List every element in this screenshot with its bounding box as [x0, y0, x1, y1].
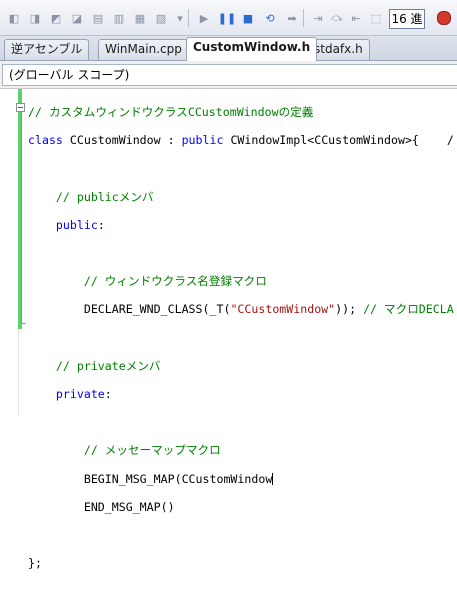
step-over-icon[interactable]: ◨	[27, 10, 43, 26]
tab-winmain-cpp[interactable]: WinMain.cpp	[98, 39, 189, 60]
step-into-icon[interactable]: ◧	[6, 10, 22, 26]
debug-toolbar: ◧ ◨ ◩ ◪ ▤ ▥ ▦ ▧ ▾ ▶ ❚❚ ■ ⟲ ➡ ⇥ ⤼ ⇤ ⬚ 16 …	[0, 0, 457, 36]
code-line: private:	[55, 386, 112, 401]
outline-fold-end	[21, 323, 26, 324]
step-into-2-icon[interactable]: ⇥	[310, 10, 326, 26]
toolbar-overflow-icon[interactable]: ▾	[172, 10, 188, 26]
stop-icon[interactable]: ■	[240, 10, 256, 26]
code-line: DECLARE_WND_CLASS(_T("CCustomWindow")); …	[83, 302, 454, 317]
document-tab-strip: 逆アセンブル WinMain.cpp CustomWindow.h stdafx…	[0, 36, 457, 61]
tab-disassembly[interactable]: 逆アセンブル	[4, 39, 90, 60]
show-next-statement-icon[interactable]: ➡	[284, 10, 300, 26]
toolbar-separator	[303, 9, 304, 27]
code-line: // ウィンドウクラス名登録マクロ	[83, 274, 267, 289]
tab-customwindow-h[interactable]: CustomWindow.h	[186, 37, 318, 61]
pause-icon[interactable]: ❚❚	[218, 10, 236, 26]
code-line: END_MSG_MAP()	[83, 499, 175, 514]
code-line: };	[28, 556, 42, 571]
code-line: BEGIN_MSG_MAP(CCustomWindow	[83, 471, 274, 486]
scope-value: (グローバル スコープ)	[9, 68, 130, 82]
code-line: public:	[55, 217, 105, 232]
step-over-2-icon[interactable]: ⤼	[329, 10, 345, 26]
code-text[interactable]: // カスタムウィンドウクラスCCustomWindowの定義 class CC…	[28, 91, 457, 598]
indicator-margin[interactable]	[0, 89, 19, 415]
run-to-cursor-icon[interactable]: ◪	[69, 10, 85, 26]
code-line: // publicメンバ	[55, 189, 154, 204]
step-out-2-icon[interactable]: ⇤	[348, 10, 364, 26]
collapse-toggle-icon[interactable]	[16, 103, 25, 112]
continue-icon[interactable]: ▶	[196, 10, 212, 26]
hex-mode-indicator[interactable]: 16 進	[389, 9, 425, 29]
code-line: // メッセーマップマクロ	[83, 443, 221, 458]
code-line: // privateメンバ	[55, 358, 161, 373]
step-out-icon[interactable]: ◩	[48, 10, 64, 26]
code-editor[interactable]: // カスタムウィンドウクラスCCustomWindowの定義 class CC…	[0, 89, 457, 570]
outline-fold-line	[21, 107, 22, 323]
navigation-bar: (グローバル スコープ)	[0, 61, 457, 89]
hex-toggle-icon[interactable]: ⬚	[368, 10, 384, 26]
code-line: // カスタムウィンドウクラスCCustomWindowの定義	[28, 105, 314, 120]
quick-watch-icon[interactable]: ▦	[132, 10, 148, 26]
restart-icon[interactable]: ⟲	[262, 10, 278, 26]
hex-display-icon[interactable]: ▧	[153, 10, 169, 26]
toolbar-separator	[188, 9, 189, 27]
watch-icon[interactable]: ▥	[111, 10, 127, 26]
breakpoint-list-icon[interactable]: ▤	[90, 10, 106, 26]
scope-dropdown[interactable]: (グローバル スコープ)	[2, 64, 457, 86]
breakpoint-icon[interactable]	[437, 11, 451, 25]
code-line: class CCustomWindow : public CWindowImpl…	[28, 133, 454, 148]
text-caret	[272, 473, 274, 486]
